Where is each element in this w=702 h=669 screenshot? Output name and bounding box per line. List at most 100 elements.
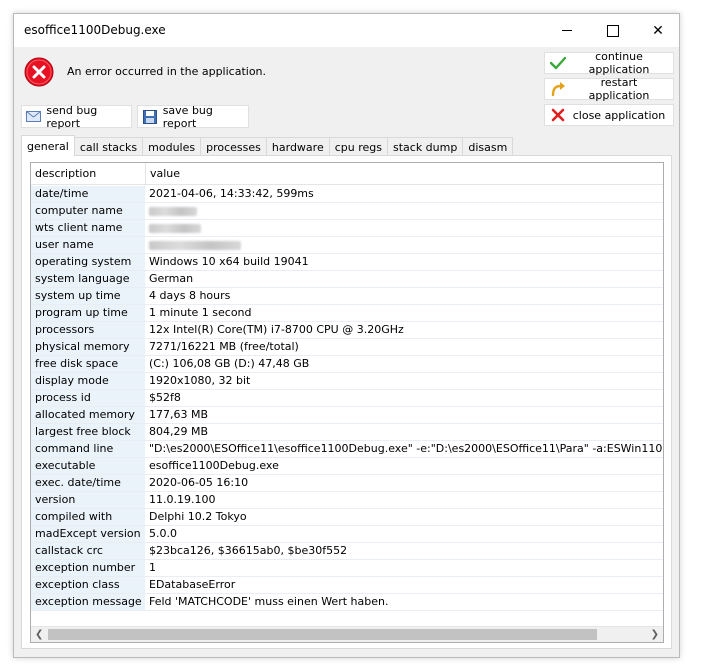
tab-modules[interactable]: modules bbox=[142, 137, 202, 156]
table-row[interactable]: system up time 4 days 8 hours bbox=[31, 288, 663, 305]
row-description: exception message bbox=[31, 594, 145, 611]
row-value: 4 days 8 hours bbox=[145, 288, 663, 305]
row-value: 12x Intel(R) Core(TM) i7-8700 CPU @ 3.20… bbox=[145, 322, 663, 339]
scroll-left-icon[interactable]: ❮ bbox=[35, 629, 43, 640]
table-row[interactable]: command line "D:\es2000\ESOffice11\esoffi… bbox=[31, 441, 663, 458]
window-title: esoffice1100Debug.exe bbox=[24, 23, 166, 37]
row-description: command line bbox=[31, 441, 145, 458]
close-application-button[interactable]: close application bbox=[544, 104, 674, 126]
row-description: free disk space bbox=[31, 356, 145, 373]
title-bar[interactable]: esoffice1100Debug.exe ✕ bbox=[14, 14, 679, 47]
table-row[interactable]: operating system Windows 10 x64 build 190… bbox=[31, 254, 663, 271]
row-value: 11.0.19.100 bbox=[145, 492, 663, 509]
row-value: Windows 10 x64 build 19041 bbox=[145, 254, 663, 271]
table-row[interactable]: processors 12x Intel(R) Core(TM) i7-8700 … bbox=[31, 322, 663, 339]
tab-cpu-regs[interactable]: cpu regs bbox=[328, 137, 388, 156]
close-application-label: close application bbox=[572, 108, 666, 122]
continue-application-button[interactable]: continue application bbox=[544, 50, 674, 76]
table-row[interactable]: display mode 1920x1080, 32 bit bbox=[31, 373, 663, 390]
table-row[interactable]: physical memory 7271/16221 MB (free/total… bbox=[31, 339, 663, 356]
row-value: 1 minute 1 second bbox=[145, 305, 663, 322]
row-value: $52f8 bbox=[145, 390, 663, 407]
save-bug-report-button[interactable]: save bug report bbox=[137, 103, 249, 130]
save-bug-report-label: save bug report bbox=[162, 103, 213, 130]
scrollbar-thumb[interactable] bbox=[48, 629, 597, 640]
restart-application-label: restart application bbox=[588, 76, 650, 102]
minimize-button[interactable] bbox=[544, 14, 590, 47]
row-value: "D:\es2000\ESOffice11\esoffice1100Debug.… bbox=[145, 441, 663, 458]
header-description[interactable]: description bbox=[31, 163, 145, 185]
table-row[interactable]: system language German bbox=[31, 271, 663, 288]
row-value: 2020-06-05 16:10 bbox=[145, 475, 663, 492]
row-description: callstack crc bbox=[31, 543, 145, 560]
tab-disasm[interactable]: disasm bbox=[462, 137, 514, 156]
row-description: process id bbox=[31, 390, 145, 407]
table-row[interactable]: executable esoffice1100Debug.exe bbox=[31, 458, 663, 475]
close-icon: ✕ bbox=[652, 22, 664, 39]
row-description: exception class bbox=[31, 577, 145, 594]
redacted-value bbox=[149, 241, 241, 250]
close-window-button[interactable]: ✕ bbox=[635, 14, 681, 47]
row-value: 804,29 MB bbox=[145, 424, 663, 441]
red-x-icon bbox=[547, 108, 569, 122]
tab-hardware[interactable]: hardware bbox=[265, 137, 330, 156]
table-row[interactable]: exception message Feld 'MATCHCODE' muss e… bbox=[31, 594, 663, 611]
table-row[interactable]: largest free block 804,29 MB bbox=[31, 424, 663, 441]
table-row[interactable]: computer name bbox=[31, 203, 663, 220]
floppy-disk-icon bbox=[141, 109, 159, 124]
row-description: operating system bbox=[31, 254, 145, 271]
checkmark-icon bbox=[547, 56, 569, 70]
row-description: wts client name bbox=[31, 220, 145, 237]
row-description: system language bbox=[31, 271, 145, 288]
table-row[interactable]: process id $52f8 bbox=[31, 390, 663, 407]
send-bug-report-label: send bug report bbox=[46, 103, 98, 130]
table-row[interactable]: date/time 2021-04-06, 14:33:42, 599ms bbox=[31, 186, 663, 203]
row-value bbox=[145, 220, 663, 237]
header-value[interactable]: value bbox=[145, 163, 663, 185]
row-description: date/time bbox=[31, 186, 145, 203]
row-description: processors bbox=[31, 322, 145, 339]
tab-general[interactable]: general bbox=[21, 135, 75, 156]
scroll-right-icon[interactable]: ❯ bbox=[651, 629, 659, 640]
row-description: display mode bbox=[31, 373, 145, 390]
table-row[interactable]: allocated memory 177,63 MB bbox=[31, 407, 663, 424]
row-value: 177,63 MB bbox=[145, 407, 663, 424]
table-row[interactable]: exception class EDatabaseError bbox=[31, 577, 663, 594]
row-value: Feld 'MATCHCODE' muss einen Wert haben. bbox=[145, 594, 663, 611]
maximize-icon bbox=[607, 24, 619, 37]
info-list[interactable]: description value date/time 2021-04-06, 1… bbox=[30, 162, 664, 643]
row-value: 1920x1080, 32 bit bbox=[145, 373, 663, 390]
row-description: exception number bbox=[31, 560, 145, 577]
table-row[interactable]: exec. date/time 2020-06-05 16:10 bbox=[31, 475, 663, 492]
send-bug-report-button[interactable]: send bug report bbox=[21, 103, 132, 130]
row-value: EDatabaseError bbox=[145, 577, 663, 594]
tab-stack-dump[interactable]: stack dump bbox=[386, 137, 464, 156]
table-row[interactable]: wts client name bbox=[31, 220, 663, 237]
tab-call-stacks[interactable]: call stacks bbox=[73, 137, 144, 156]
row-description: program up time bbox=[31, 305, 145, 322]
redacted-value bbox=[149, 224, 201, 233]
row-description: version bbox=[31, 492, 145, 509]
table-row[interactable]: compiled with Delphi 10.2 Tokyo bbox=[31, 509, 663, 526]
tab-processes[interactable]: processes bbox=[200, 137, 267, 156]
error-dialog-window: esoffice1100Debug.exe ✕ An error occurre… bbox=[13, 13, 680, 658]
restart-application-button[interactable]: restart application bbox=[544, 76, 674, 102]
table-row[interactable]: program up time 1 minute 1 second bbox=[31, 305, 663, 322]
row-value bbox=[145, 237, 663, 254]
row-description: executable bbox=[31, 458, 145, 475]
maximize-button[interactable] bbox=[590, 14, 636, 47]
row-description: computer name bbox=[31, 203, 145, 220]
table-row[interactable]: user name bbox=[31, 237, 663, 254]
row-value: 5.0.0 bbox=[145, 526, 663, 543]
table-row[interactable]: exception number 1 bbox=[31, 560, 663, 577]
horizontal-scrollbar[interactable]: ❮ ❯ bbox=[31, 626, 663, 642]
row-value: 2021-04-06, 14:33:42, 599ms bbox=[145, 186, 663, 203]
row-description: physical memory bbox=[31, 339, 145, 356]
row-description: compiled with bbox=[31, 509, 145, 526]
table-row[interactable]: free disk space (C:) 106,08 GB (D:) 47,48… bbox=[31, 356, 663, 373]
table-row[interactable]: callstack crc $23bca126, $36615ab0, $be30… bbox=[31, 543, 663, 560]
row-description: system up time bbox=[31, 288, 145, 305]
table-row[interactable]: version 11.0.19.100 bbox=[31, 492, 663, 509]
table-row[interactable]: madExcept version 5.0.0 bbox=[31, 526, 663, 543]
list-header: description value bbox=[31, 163, 663, 185]
